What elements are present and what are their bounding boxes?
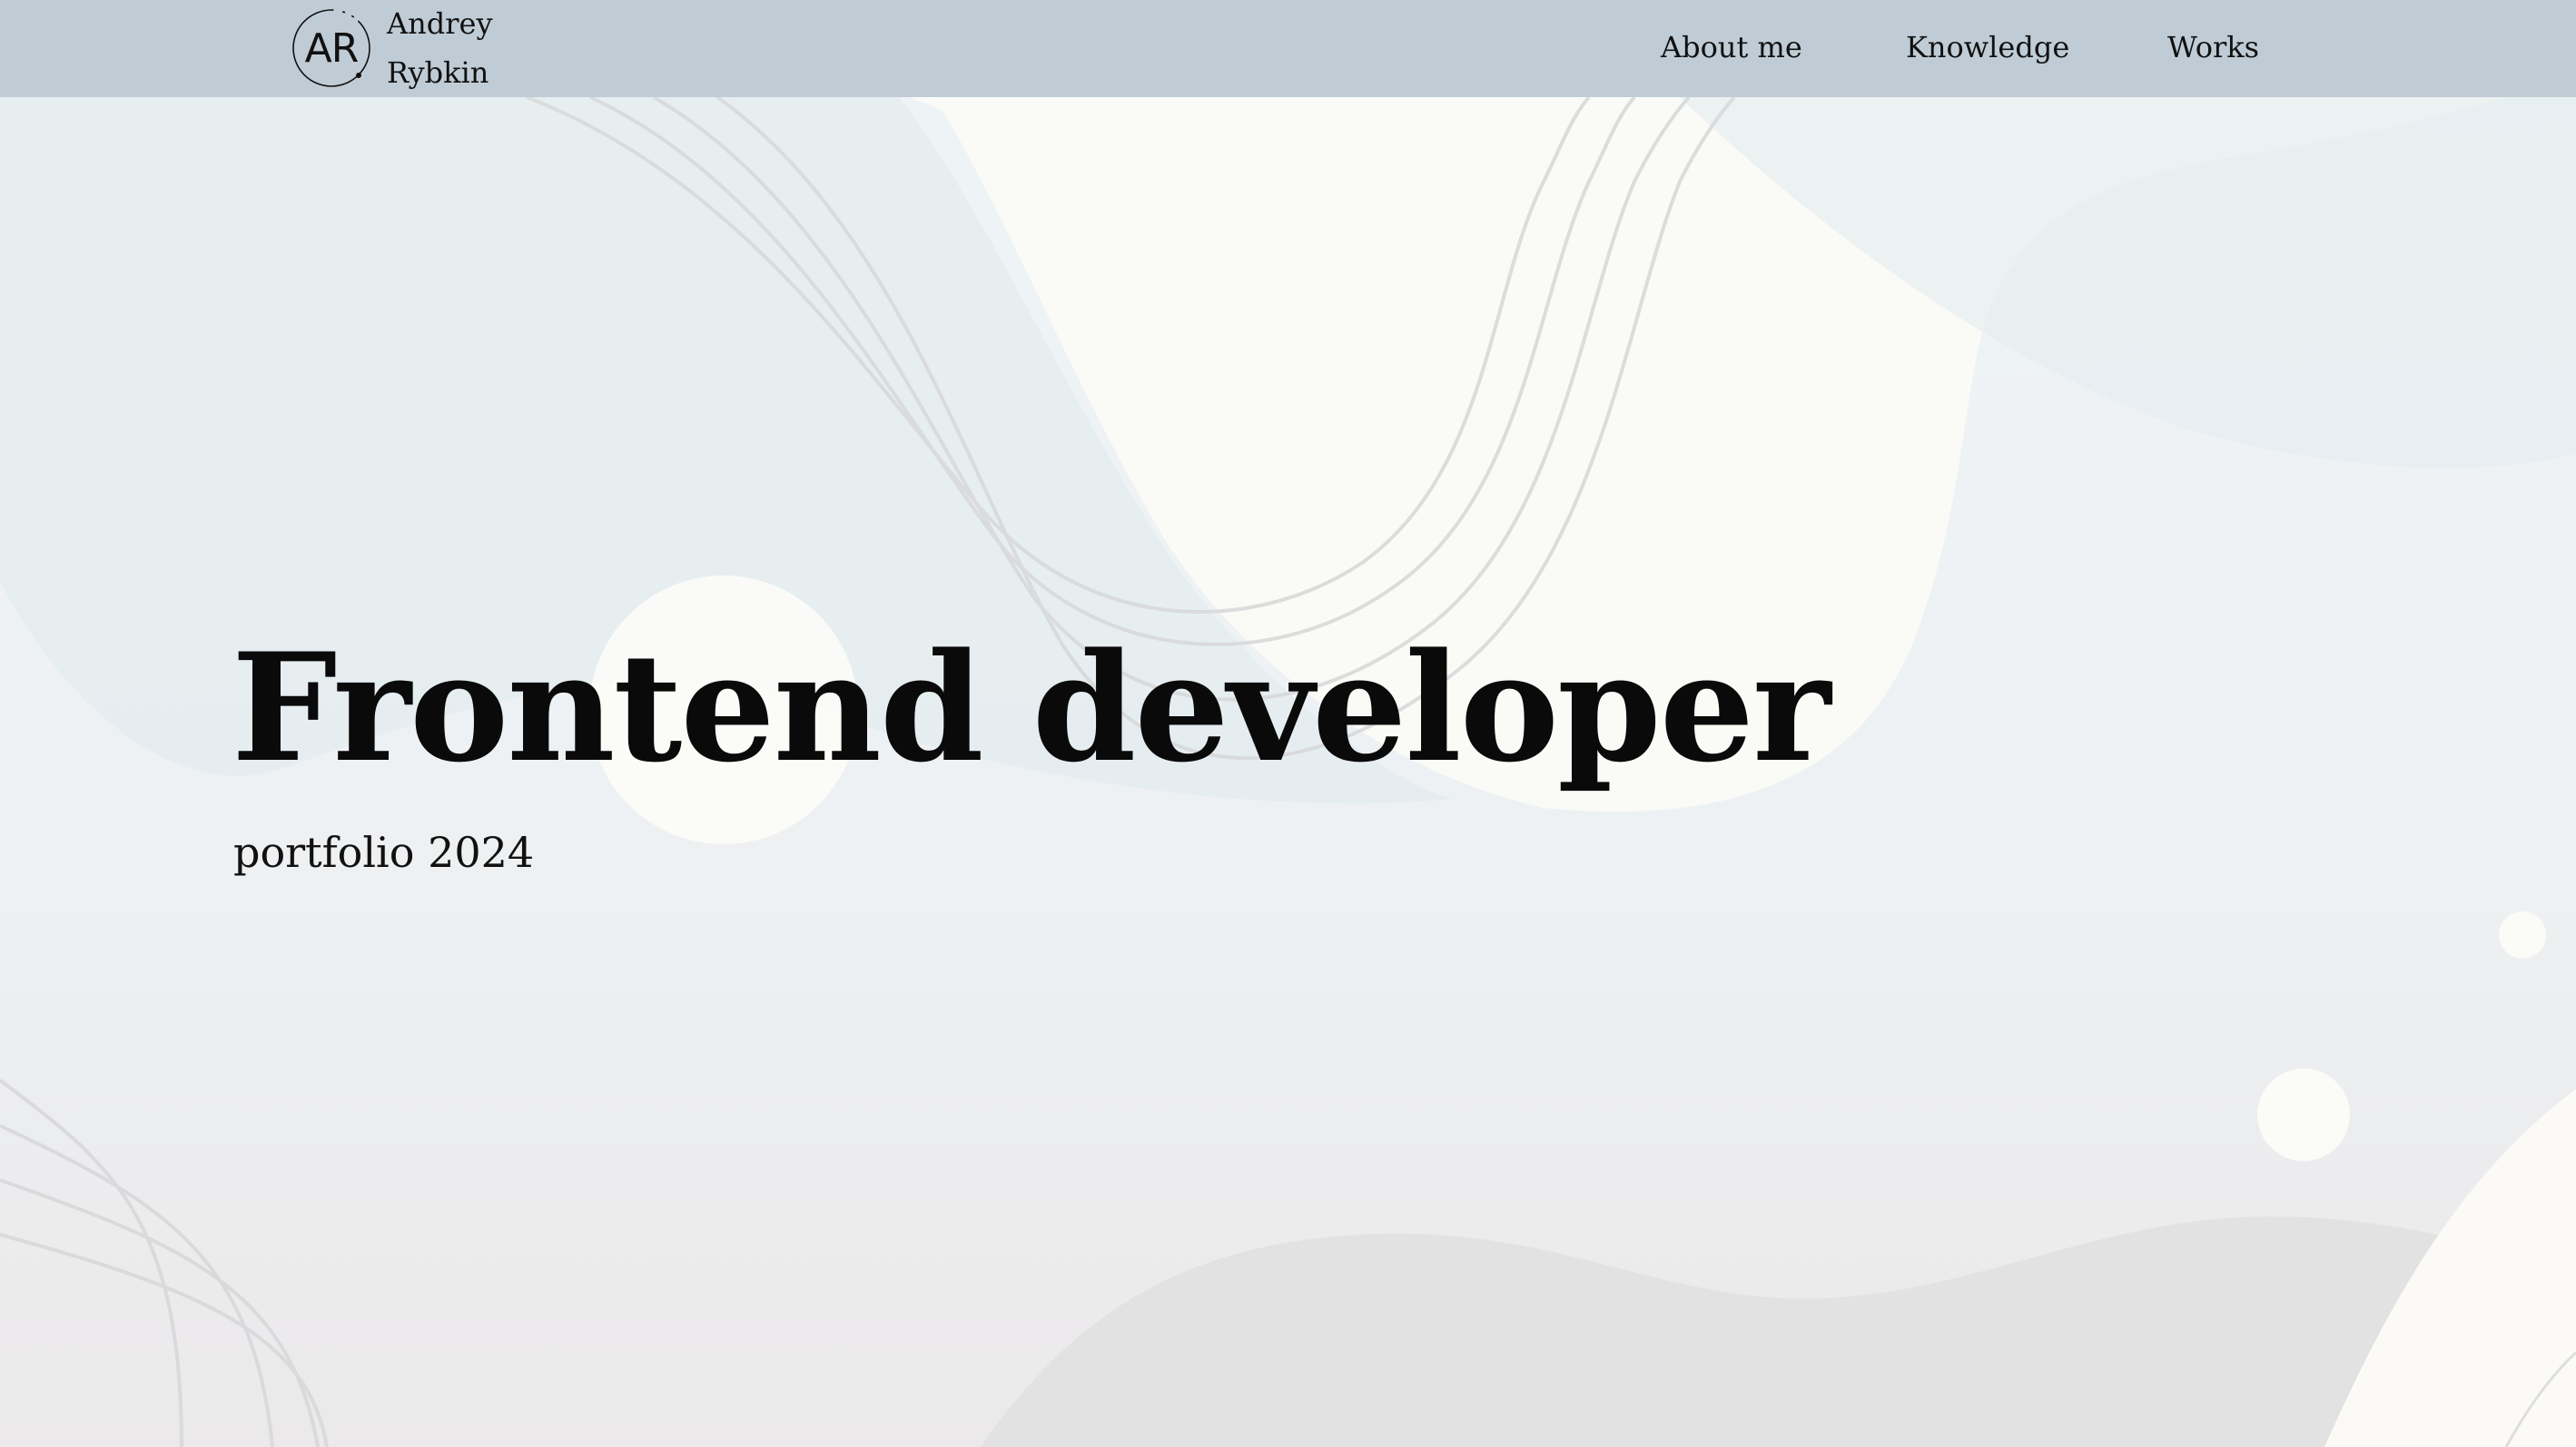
brand-last-name: Rybkin: [387, 55, 489, 90]
page: AR Andrey Rybkin About me Knowledge Work…: [0, 0, 2576, 1447]
hero-subtitle: portfolio 2024: [233, 828, 535, 877]
hero-title: Frontend developer: [232, 620, 1831, 795]
logo: AR: [291, 7, 372, 89]
logo-initials: AR: [304, 25, 360, 72]
nav-knowledge[interactable]: Knowledge: [1906, 30, 2069, 64]
nav-works[interactable]: Works: [2167, 30, 2259, 64]
brand-name: Andrey Rybkin: [387, 0, 493, 97]
brand-first-name: Andrey: [387, 6, 493, 41]
brand-link[interactable]: AR Andrey Rybkin: [291, 6, 493, 90]
site-header: AR Andrey Rybkin About me Knowledge Work…: [0, 0, 2576, 97]
nav-about-me[interactable]: About me: [1661, 30, 1802, 64]
